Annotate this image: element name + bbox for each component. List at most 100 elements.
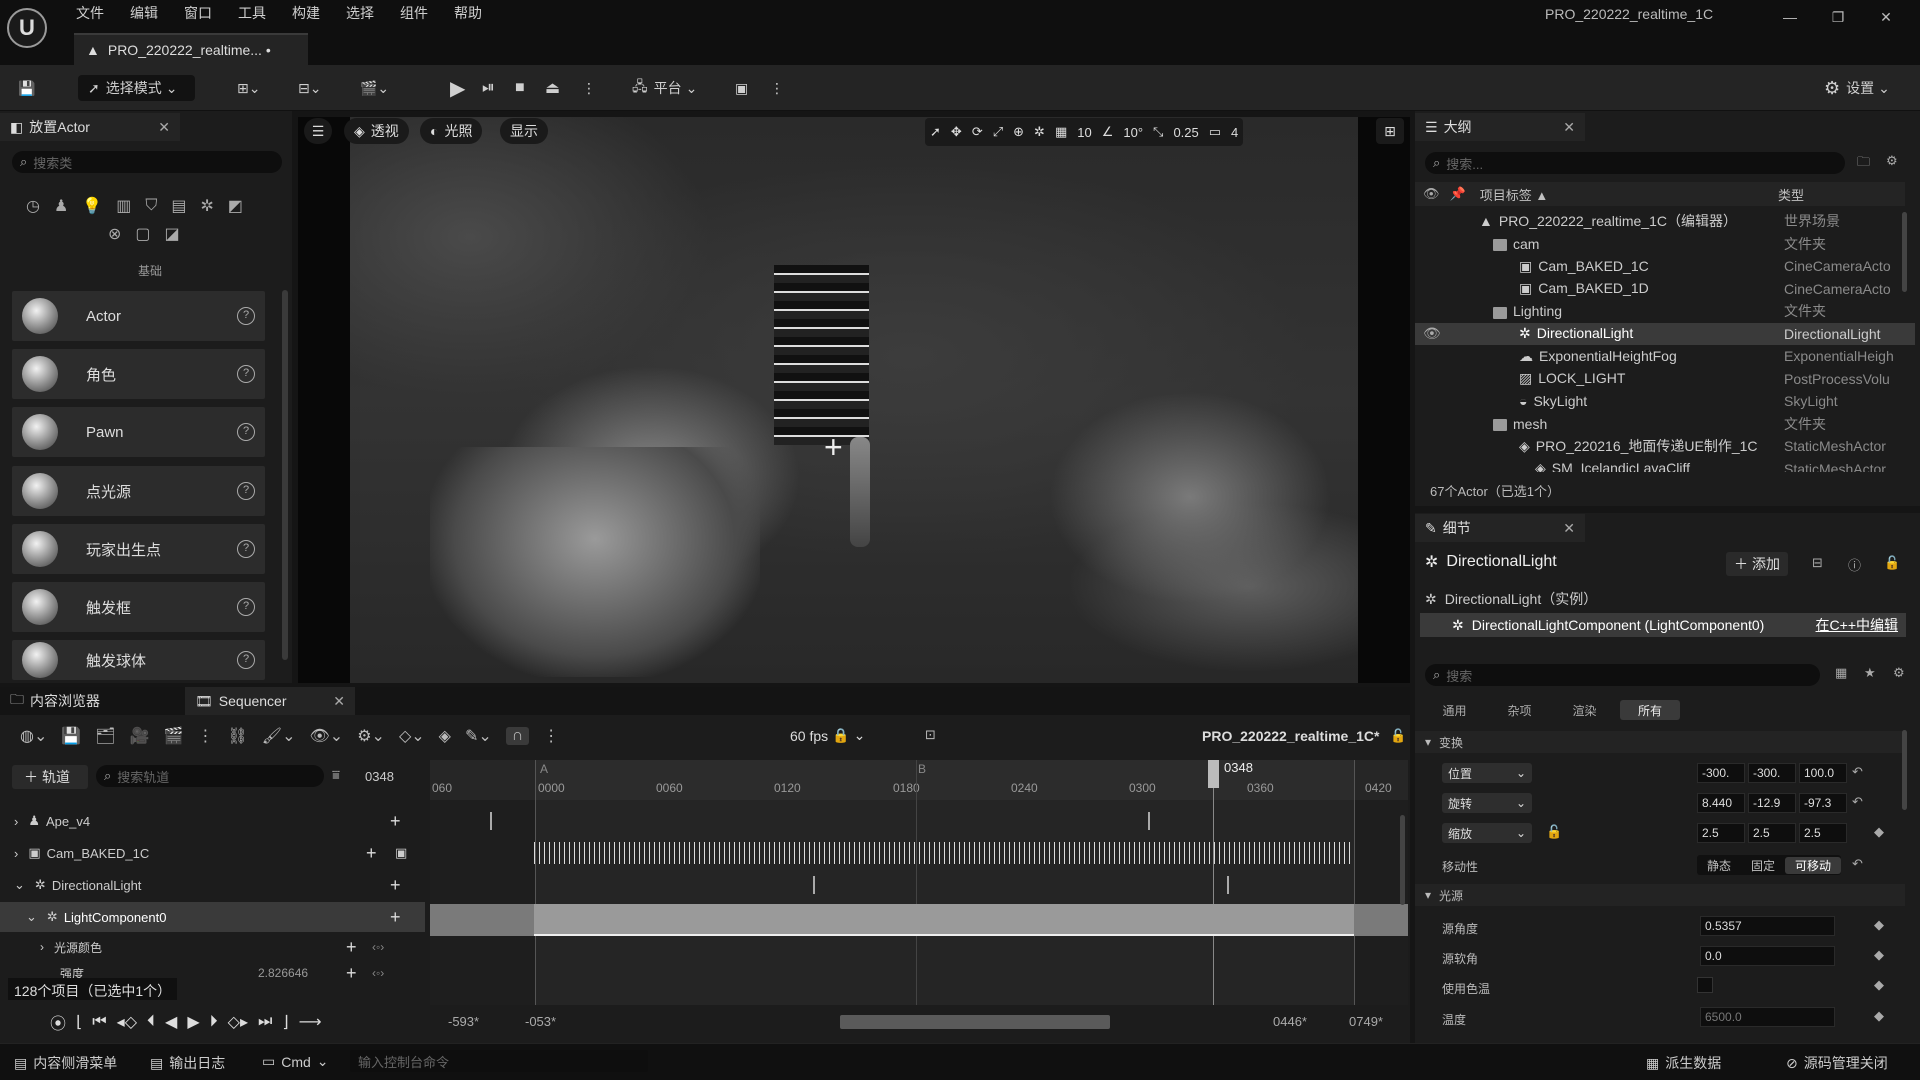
tree-row[interactable]: ◈ SM_IcelandicLavaCliff StaticMeshActor (1415, 458, 1915, 472)
record-icon[interactable]: ⦿ (50, 1010, 66, 1034)
basic-icon[interactable]: ♟ (54, 196, 68, 216)
plus-icon[interactable]: + (390, 907, 401, 928)
source-angle-field[interactable]: 0.5357 (1700, 916, 1835, 936)
rotation-x-field[interactable]: 8.440 (1697, 793, 1745, 813)
visual-effects-icon[interactable]: ⛉ (145, 197, 157, 215)
edit-in-cpp-link[interactable]: 在C++中编辑 (1816, 615, 1898, 635)
pen-icon[interactable]: ✎⌄ (465, 726, 492, 746)
light-icon[interactable]: 💡 (82, 196, 102, 216)
keyframe-icon[interactable]: ◆ (1874, 977, 1884, 993)
track-row[interactable]: › ▣ Cam_BAKED_1C + ▣ (0, 838, 425, 868)
grid-snap-icon[interactable]: ▦ (1055, 124, 1067, 140)
scale-y-field[interactable]: 2.5 (1748, 823, 1796, 843)
light-section-header[interactable]: ▾ 光源 (1415, 884, 1905, 906)
close-icon[interactable]: ✕ (333, 693, 345, 710)
cinematic-icon[interactable]: ▥ (116, 196, 131, 216)
plus-icon[interactable]: + (366, 843, 377, 864)
lighting-button[interactable]: ◐ 光照 (420, 118, 483, 144)
rotation-dropdown[interactable]: 旋转 (1442, 793, 1532, 813)
more-icon[interactable]: ⋮ (197, 726, 213, 746)
plus-icon[interactable]: + (390, 811, 401, 832)
actor-item-pawn[interactable]: Pawn? (12, 407, 265, 457)
marker-b[interactable]: B (918, 762, 926, 776)
volumes-icon[interactable]: ✲ (201, 196, 214, 216)
geometry-icon[interactable]: ▤ (171, 196, 186, 216)
current-frame-field[interactable]: 0348 (365, 769, 394, 784)
working-range-start[interactable]: -053* (525, 1014, 556, 1029)
viewport-menu-icon[interactable]: ☰ (304, 118, 332, 144)
content-drawer-button[interactable]: ▤ 内容侧滑菜单 (14, 1053, 117, 1073)
key-nav-icon[interactable]: ‹◦› (372, 966, 384, 980)
actor-item-actor[interactable]: Actor? (12, 291, 265, 341)
box-icon[interactable]: ▢ (135, 224, 150, 244)
unreal-logo[interactable]: U (7, 8, 47, 48)
playhead-handle[interactable] (1208, 760, 1219, 788)
filter-tab-all[interactable]: 所有 (1620, 700, 1680, 720)
reset-icon[interactable]: ↶ (1852, 794, 1863, 810)
lock-icon[interactable]: 🔓 (1884, 555, 1900, 571)
place-actor-scrollbar[interactable] (282, 290, 288, 660)
grid-snap-value[interactable]: 10 (1077, 125, 1091, 140)
cmd-dropdown[interactable]: ▭ Cmd ⌄ (262, 1053, 329, 1070)
actor-item-character[interactable]: 角色? (12, 349, 265, 399)
gear-icon[interactable]: ⚙ (1886, 153, 1898, 169)
maximize-viewport-icon[interactable]: ⊞ (1376, 118, 1404, 144)
recent-icon[interactable]: ◷ (26, 196, 40, 216)
plus-icon[interactable]: + (346, 963, 357, 984)
save-icon[interactable]: 💾 (61, 726, 81, 746)
select-arrow-icon[interactable]: ➚ (930, 124, 941, 140)
menu-select[interactable]: 选择 (346, 0, 374, 26)
keyframe[interactable] (490, 812, 492, 830)
pin-icon[interactable]: 📌 (1450, 186, 1466, 202)
show-button[interactable]: 显示 (500, 118, 548, 144)
save-icon[interactable]: 💾 (18, 75, 35, 101)
content-browser-tab[interactable]: 🗀 内容浏览器 (0, 687, 180, 715)
instance-row[interactable]: ✲ DirectionalLight（实例） (1425, 589, 1597, 609)
light-component-range[interactable] (534, 904, 1354, 936)
timeline-horizontal-scrollbar[interactable] (840, 1015, 1110, 1029)
source-soft-angle-field[interactable]: 0.0 (1700, 946, 1835, 966)
step-icon[interactable]: ⏯ (482, 75, 495, 101)
track-row[interactable]: ⌄ ✲ DirectionalLight + (0, 870, 425, 900)
temperature-field[interactable]: 6500.0 (1700, 1007, 1835, 1027)
scale-icon[interactable]: ⤢ (993, 124, 1003, 140)
rotation-y-field[interactable]: -12.9 (1748, 793, 1796, 813)
perspective-button[interactable]: ◈ 透视 (344, 118, 409, 144)
rotation-z-field[interactable]: -97.3 (1799, 793, 1847, 813)
lock-icon[interactable]: 🔓 (1546, 824, 1562, 840)
outliner-scrollbar[interactable] (1902, 212, 1907, 292)
reset-icon[interactable]: ↶ (1852, 856, 1863, 872)
tree-row[interactable]: ◈ PRO_220216_地面传递UE制作_1C StaticMeshActor (1415, 435, 1915, 458)
select-mode-button[interactable]: ➚ 选择模式 ⌄ (78, 75, 195, 101)
platform-button[interactable]: 🖧 平台 ⌄ (632, 75, 697, 101)
brush-icon[interactable]: 🖌⌄ (262, 726, 296, 746)
keyframe-icon[interactable]: ◆ (1874, 917, 1884, 933)
snap-magnet-icon[interactable]: ∩ (505, 727, 530, 745)
tree-row[interactable]: ☁ ExponentialHeightFog ExponentialHeigh (1415, 345, 1915, 368)
details-tab[interactable]: ✎ 细节 ✕ (1415, 514, 1585, 542)
key-icon[interactable]: ◈ (439, 726, 451, 746)
star-icon[interactable]: ★ (1864, 665, 1876, 681)
filter-tab-rendering[interactable]: 渲染 (1557, 700, 1612, 720)
output-log-button[interactable]: ▤ 输出日志 (150, 1053, 225, 1073)
keyframe[interactable] (813, 876, 815, 894)
actor-item-trigger-sphere[interactable]: 触发球体? (12, 640, 265, 680)
add-track-button[interactable]: ＋轨道 (12, 765, 88, 789)
menu-tools[interactable]: 工具 (238, 0, 266, 26)
help-icon[interactable]: ? (237, 540, 255, 558)
actor-item-player-start[interactable]: 玩家出生点? (12, 524, 265, 574)
loop-icon[interactable]: ⟶ (299, 1012, 322, 1032)
console-command-input[interactable]: 输入控制台命令 (350, 1050, 648, 1072)
source-icon[interactable]: ▣ (735, 75, 748, 101)
use-temperature-checkbox[interactable] (1697, 977, 1713, 993)
menu-window[interactable]: 窗口 (184, 0, 212, 26)
prev-key-icon[interactable]: ◂◇ (117, 1012, 137, 1032)
column-label-header[interactable]: 项目标签 ▲ (1480, 185, 1548, 204)
keyframe-icon[interactable]: ◇⌄ (399, 726, 425, 746)
scale-z-field[interactable]: 2.5 (1799, 823, 1847, 843)
close-icon[interactable]: ✕ (1563, 119, 1575, 136)
help-icon[interactable]: ? (237, 365, 255, 383)
view-range-end[interactable]: 0749* (1349, 1014, 1383, 1029)
level-viewport[interactable]: + (298, 117, 1410, 683)
more-icon[interactable]: ⋮ (770, 75, 784, 101)
